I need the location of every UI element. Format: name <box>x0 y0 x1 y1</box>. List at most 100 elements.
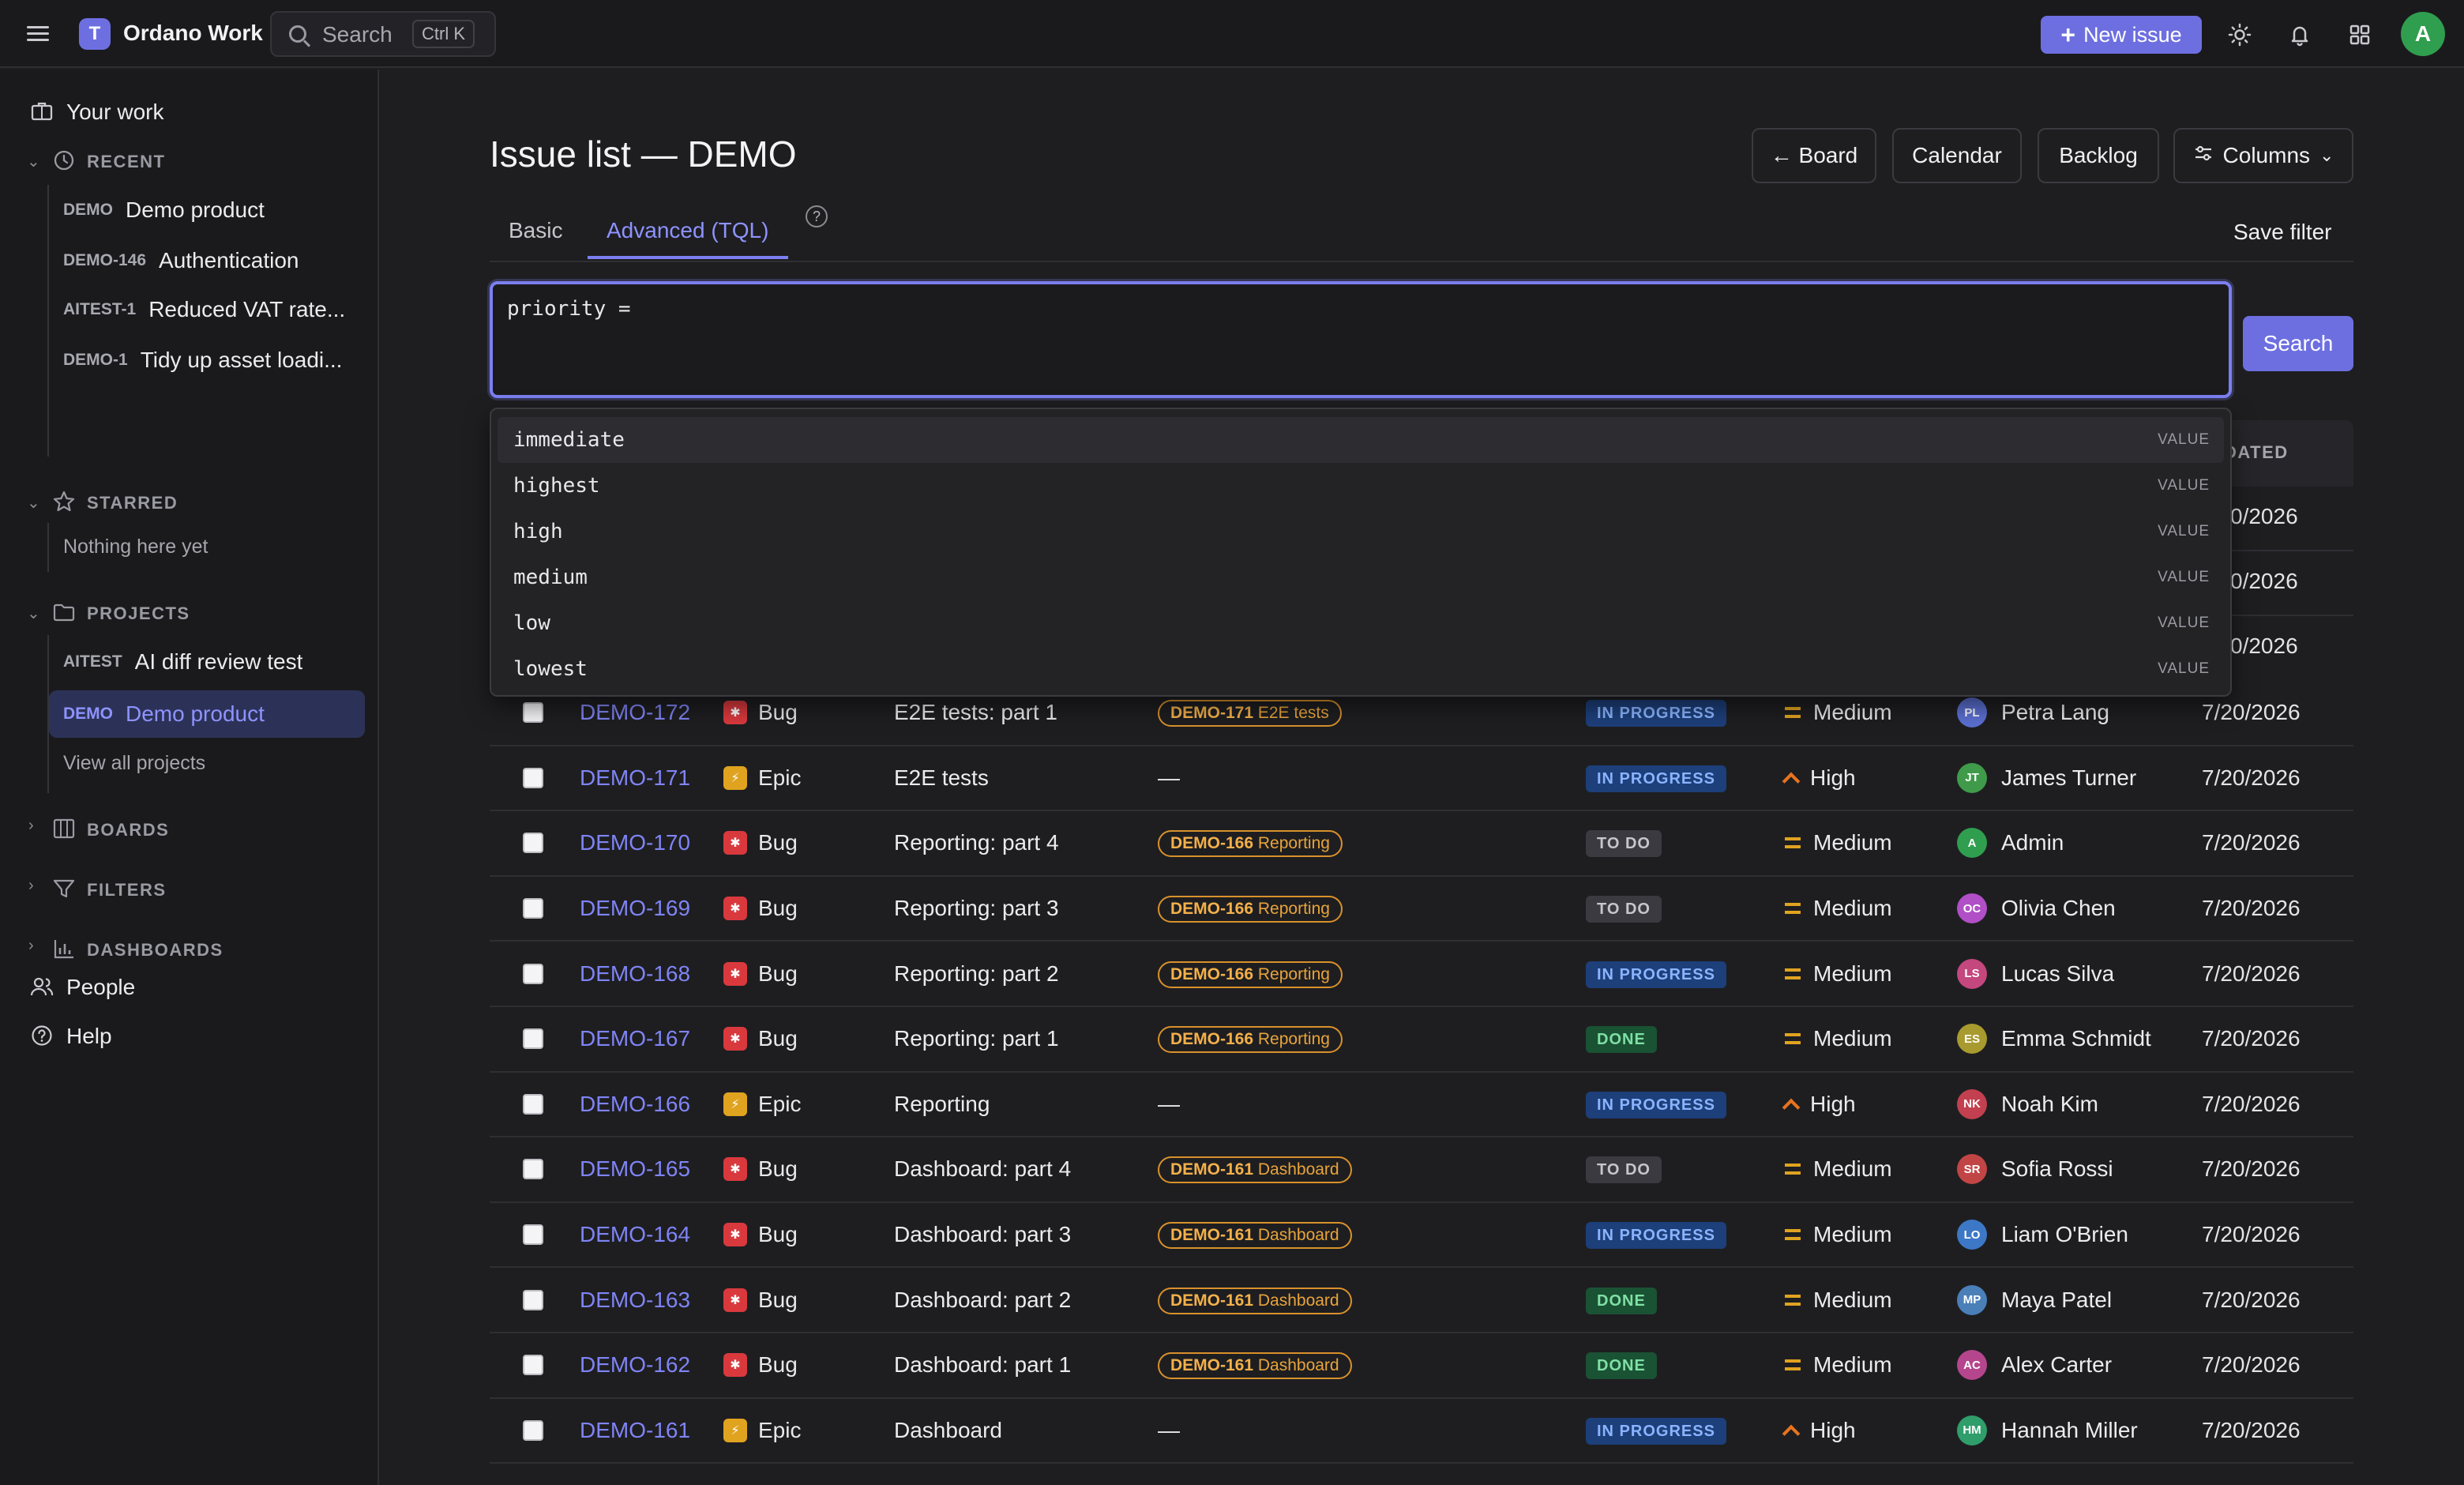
row-checkbox[interactable] <box>523 1224 543 1246</box>
chevron-down-icon[interactable]: ⌄ <box>27 493 40 513</box>
issue-assignee[interactable]: AC Alex Carter <box>1957 1350 2112 1381</box>
row-checkbox[interactable] <box>523 1093 543 1115</box>
parent-chip[interactable]: DEMO-161 Dashboard <box>1158 1287 1352 1314</box>
issue-status[interactable]: IN PROGRESS <box>1586 1090 1726 1118</box>
chevron-right-icon[interactable]: › <box>28 937 34 955</box>
table-row[interactable]: DEMO-169 ✱ Bug Reporting: part 3 DEMO-166 Re… <box>490 877 2353 942</box>
parent-chip[interactable]: DEMO-161 Dashboard <box>1158 1156 1352 1184</box>
sidebar-section-boards[interactable]: BOARDS <box>87 820 169 840</box>
apps-grid-icon[interactable] <box>2344 19 2376 51</box>
chevron-right-icon[interactable]: › <box>28 817 34 835</box>
issue-key-link[interactable]: DEMO-169 <box>580 896 690 921</box>
row-checkbox[interactable] <box>523 1159 543 1180</box>
parent-chip[interactable]: DEMO-161 Dashboard <box>1158 1222 1352 1250</box>
issue-key-link[interactable]: DEMO-163 <box>580 1288 690 1313</box>
suggestion-item[interactable]: high VALUE <box>498 509 2224 555</box>
tql-query-input[interactable] <box>490 281 2232 398</box>
issue-status[interactable]: IN PROGRESS <box>1586 698 1726 727</box>
sidebar-section-dashboards[interactable]: DASHBOARDS <box>87 940 223 961</box>
row-checkbox[interactable] <box>523 1289 543 1310</box>
row-checkbox[interactable] <box>523 1419 543 1441</box>
issue-status[interactable]: IN PROGRESS <box>1586 960 1726 988</box>
sidebar-people[interactable]: People <box>66 975 135 1000</box>
issue-key-link[interactable]: DEMO-171 <box>580 765 690 791</box>
row-checkbox[interactable] <box>523 767 543 788</box>
sidebar-help[interactable]: Help <box>66 1024 112 1049</box>
parent-chip[interactable]: DEMO-161 Dashboard <box>1158 1352 1352 1380</box>
sidebar-recent-item[interactable]: DEMO-1 Tidy up asset loadi... <box>49 338 365 382</box>
issue-assignee[interactable]: MP Maya Patel <box>1957 1284 2112 1315</box>
menu-icon[interactable] <box>27 22 51 46</box>
issue-assignee[interactable]: PL Petra Lang <box>1957 697 2109 728</box>
parent-chip[interactable]: DEMO-166 Reporting <box>1158 830 1343 858</box>
issue-key-link[interactable]: DEMO-170 <box>580 830 690 855</box>
issue-summary[interactable]: Dashboard: part 3 <box>894 1222 1071 1247</box>
parent-chip[interactable]: DEMO-166 Reporting <box>1158 961 1343 988</box>
issue-key-link[interactable]: DEMO-161 <box>580 1418 690 1443</box>
table-row[interactable]: DEMO-162 ✱ Bug Dashboard: part 1 DEMO-161 Da… <box>490 1333 2353 1399</box>
tab-basic[interactable]: Basic <box>509 218 562 243</box>
issue-summary[interactable]: E2E tests <box>894 765 989 791</box>
issue-summary[interactable]: Reporting: part 1 <box>894 1026 1059 1051</box>
issue-summary[interactable]: Reporting: part 2 <box>894 961 1059 987</box>
issue-assignee[interactable]: OC Olivia Chen <box>1957 893 2116 924</box>
chevron-right-icon[interactable]: › <box>28 877 34 895</box>
row-checkbox[interactable] <box>523 702 543 724</box>
issue-summary[interactable]: Dashboard: part 4 <box>894 1156 1071 1182</box>
sidebar-recent-item[interactable]: DEMO-146 Authentication <box>49 239 365 283</box>
tql-help-icon[interactable]: ? <box>806 205 828 227</box>
issue-status[interactable]: IN PROGRESS <box>1586 1416 1726 1445</box>
sidebar-section-projects[interactable]: PROJECTS <box>87 603 190 624</box>
table-row[interactable]: DEMO-164 ✱ Bug Dashboard: part 3 DEMO-161 Da… <box>490 1203 2353 1269</box>
issue-assignee[interactable]: SR Sofia Rossi <box>1957 1154 2113 1185</box>
row-checkbox[interactable] <box>523 833 543 854</box>
table-row[interactable]: DEMO-170 ✱ Bug Reporting: part 4 DEMO-166 Re… <box>490 811 2353 877</box>
sidebar-section-starred[interactable]: STARRED <box>87 493 178 513</box>
row-checkbox[interactable] <box>523 1028 543 1050</box>
issue-assignee[interactable]: JT James Turner <box>1957 762 2136 793</box>
issue-status[interactable]: IN PROGRESS <box>1586 764 1726 792</box>
row-checkbox[interactable] <box>523 1355 543 1376</box>
issue-status[interactable]: DONE <box>1586 1286 1657 1314</box>
sidebar-project-aitest[interactable]: AITEST AI diff review test <box>49 640 365 684</box>
issue-status[interactable]: TO DO <box>1586 829 1662 858</box>
issue-assignee[interactable]: LS Lucas Silva <box>1957 958 2114 989</box>
issue-key-link[interactable]: DEMO-165 <box>580 1156 690 1182</box>
suggestion-item[interactable]: low VALUE <box>498 600 2224 646</box>
issue-summary[interactable]: Dashboard: part 2 <box>894 1288 1071 1313</box>
tab-advanced-tql[interactable]: Advanced (TQL) <box>607 218 768 243</box>
sidebar-recent-item[interactable]: AITEST-1 Reduced VAT rate... <box>49 288 365 332</box>
sidebar-project-demo[interactable]: DEMO Demo product <box>49 690 365 738</box>
sidebar-recent-item[interactable]: DEMO Demo product <box>49 188 365 232</box>
issue-assignee[interactable]: HM Hannah Miller <box>1957 1415 2138 1446</box>
view-all-projects-link[interactable]: View all projects <box>63 752 205 775</box>
row-checkbox[interactable] <box>523 963 543 984</box>
issue-summary[interactable]: Reporting <box>894 1092 990 1117</box>
save-filter-button[interactable]: Save filter <box>2233 220 2332 245</box>
column-header-updated[interactable]: DATED <box>2224 442 2289 463</box>
user-avatar[interactable]: A <box>2401 12 2445 56</box>
issue-assignee[interactable]: LO Liam O'Brien <box>1957 1220 2128 1250</box>
parent-chip[interactable]: DEMO-166 Reporting <box>1158 896 1343 923</box>
chevron-down-icon[interactable]: ⌄ <box>27 152 40 171</box>
theme-toggle-sun-icon[interactable] <box>2224 19 2256 51</box>
app-name[interactable]: Ordano Work <box>123 21 263 46</box>
issue-key-link[interactable]: DEMO-168 <box>580 961 690 987</box>
sidebar-section-filters[interactable]: FILTERS <box>87 880 167 900</box>
backlog-view-button[interactable]: Backlog <box>2038 128 2159 183</box>
issue-key-link[interactable]: DEMO-164 <box>580 1222 690 1247</box>
sidebar-your-work[interactable]: Your work <box>66 100 163 125</box>
issue-assignee[interactable]: ES Emma Schmidt <box>1957 1024 2151 1055</box>
board-view-button[interactable]: ← Board <box>1752 128 1876 183</box>
suggestion-item[interactable]: medium VALUE <box>498 555 2224 600</box>
issue-status[interactable]: IN PROGRESS <box>1586 1220 1726 1250</box>
issue-summary[interactable]: Dashboard <box>894 1418 1002 1443</box>
issue-summary[interactable]: Reporting: part 4 <box>894 830 1059 855</box>
issue-key-link[interactable]: DEMO-167 <box>580 1026 690 1051</box>
issue-status[interactable]: TO DO <box>1586 894 1662 923</box>
new-issue-button[interactable]: + New issue <box>2041 16 2202 54</box>
issue-key-link[interactable]: DEMO-166 <box>580 1092 690 1117</box>
table-row[interactable]: DEMO-165 ✱ Bug Dashboard: part 4 DEMO-161 Da… <box>490 1137 2353 1203</box>
issue-status[interactable]: TO DO <box>1586 1155 1662 1184</box>
issue-key-link[interactable]: DEMO-172 <box>580 700 690 725</box>
